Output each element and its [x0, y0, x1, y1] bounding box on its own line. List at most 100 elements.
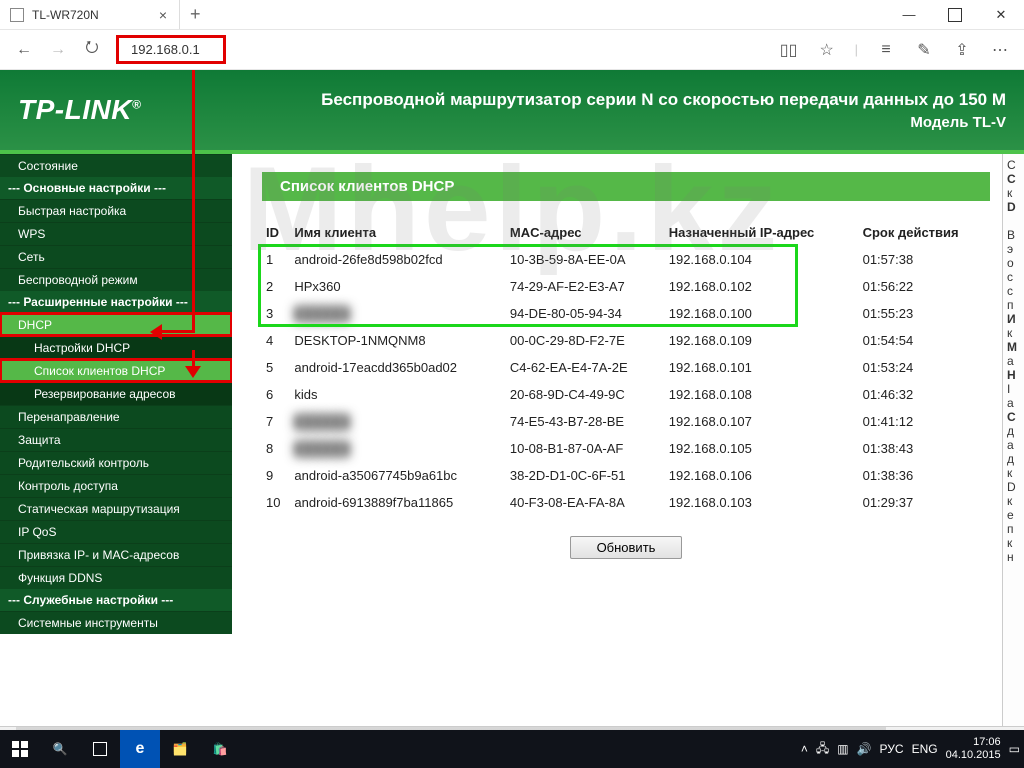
window-controls: — ✕	[886, 0, 1024, 30]
table-row: 3██████94-DE-80-05-94-34192.168.0.10001:…	[262, 300, 990, 327]
table-cell: 8	[262, 435, 290, 462]
new-tab-button[interactable]: +	[180, 4, 211, 25]
table-cell: 192.168.0.109	[665, 327, 859, 354]
table-cell: 01:55:23	[859, 300, 990, 327]
table-cell: 01:53:24	[859, 354, 990, 381]
table-cell: DESKTOP-1NMQNM8	[290, 327, 506, 354]
sidebar-item-ddns[interactable]: Функция DDNS	[0, 566, 232, 589]
main-content: Список клиентов DHCP ID Имя клиента MAC-…	[232, 154, 1002, 726]
table-cell: android-17eacdd365b0ad02	[290, 354, 506, 381]
maximize-button[interactable]	[932, 0, 978, 30]
browser-tab-strip: TL-WR720N × + — ✕	[0, 0, 1024, 30]
table-cell: 192.168.0.106	[665, 462, 859, 489]
sidebar-item-forwarding[interactable]: Перенаправление	[0, 405, 232, 428]
tray-battery-icon[interactable]: ▥	[837, 742, 848, 756]
sidebar-item-quick-setup[interactable]: Быстрая настройка	[0, 199, 232, 222]
start-button[interactable]	[0, 730, 40, 768]
sidebar-item-network[interactable]: Сеть	[0, 245, 232, 268]
sidebar-item-ipmac[interactable]: Привязка IP- и MAC-адресов	[0, 543, 232, 566]
task-view-icon[interactable]	[80, 730, 120, 768]
table-cell: C4-62-EA-E4-7A-2E	[506, 354, 665, 381]
header-model: Модель TL-V	[321, 114, 1006, 131]
table-cell: 5	[262, 354, 290, 381]
hub-icon[interactable]: ≡	[876, 40, 896, 60]
sidebar-item-tools[interactable]: Системные инструменты	[0, 611, 232, 634]
sidebar-sub-dhcp-settings[interactable]: Настройки DHCP	[0, 336, 232, 359]
forward-button[interactable]: →	[48, 40, 68, 60]
taskbar-app-explorer[interactable]: 🗂️	[160, 730, 200, 768]
sidebar-item-security[interactable]: Защита	[0, 428, 232, 451]
table-cell: ██████	[290, 435, 506, 462]
table-cell: 192.168.0.107	[665, 408, 859, 435]
header-title: Беспроводной маршрутизатор серии N со ск…	[321, 90, 1006, 110]
tab-title: TL-WR720N	[32, 8, 99, 22]
sidebar-item-status[interactable]: Состояние	[0, 154, 232, 177]
minimize-button[interactable]: —	[886, 0, 932, 30]
browser-toolbar: ← → ⭮ 192.168.0.1 ▯▯ ☆ | ≡ ✎ ⇪ ⋯	[0, 30, 1024, 70]
address-bar[interactable]: 192.168.0.1	[116, 35, 226, 64]
sidebar-item-access[interactable]: Контроль доступа	[0, 474, 232, 497]
table-cell: 40-F3-08-EA-FA-8A	[506, 489, 665, 516]
taskbar-app-store[interactable]: 🛍️	[200, 730, 240, 768]
tray-chevron-icon[interactable]: ˄	[801, 742, 808, 756]
share-icon[interactable]: ⇪	[952, 40, 972, 60]
sidebar-nav: Состояние --- Основные настройки --- Быс…	[0, 154, 232, 726]
section-title: Список клиентов DHCP	[262, 172, 990, 201]
table-cell: 01:38:36	[859, 462, 990, 489]
table-cell: android-a35067745b9a61bc	[290, 462, 506, 489]
menu-icon[interactable]: ⋯	[990, 40, 1010, 60]
tray-volume-icon[interactable]: 🔊	[857, 742, 872, 756]
close-tab-icon[interactable]: ×	[155, 7, 171, 23]
tray-lang-1[interactable]: РУС	[880, 742, 904, 756]
sidebar-item-ipqos[interactable]: IP QoS	[0, 520, 232, 543]
table-cell: ██████	[290, 300, 506, 327]
help-panel-clipped: СС кD Вэ осс пИ кM аН IаС дад кDк епк н	[1002, 154, 1024, 726]
table-cell: 6	[262, 381, 290, 408]
close-window-button[interactable]: ✕	[978, 0, 1024, 30]
reading-mode-icon[interactable]: ▯▯	[779, 40, 799, 60]
tray-notifications-icon[interactable]: ▭	[1009, 742, 1020, 756]
sidebar-group-basic: --- Основные настройки ---	[0, 177, 232, 199]
sidebar-item-static-route[interactable]: Статическая маршрутизация	[0, 497, 232, 520]
table-cell: 74-29-AF-E2-E3-A7	[506, 273, 665, 300]
table-row: 9android-a35067745b9a61bc38-2D-D1-0C-6F-…	[262, 462, 990, 489]
tp-link-logo: TP-LINK®	[18, 94, 141, 126]
table-cell: ██████	[290, 408, 506, 435]
table-cell: 192.168.0.104	[665, 246, 859, 273]
taskbar-app-edge[interactable]: e	[120, 730, 160, 768]
table-cell: 192.168.0.103	[665, 489, 859, 516]
sidebar-item-wireless[interactable]: Беспроводной режим	[0, 268, 232, 291]
table-cell: 01:54:54	[859, 327, 990, 354]
refresh-browser-button[interactable]: ⭮	[82, 40, 102, 60]
refresh-button[interactable]: Обновить	[570, 536, 683, 559]
table-row: 4DESKTOP-1NMQNM800-0C-29-8D-F2-7E192.168…	[262, 327, 990, 354]
tray-network-icon[interactable]: 🖧	[816, 739, 829, 760]
notes-icon[interactable]: ✎	[914, 40, 934, 60]
table-row: 10android-6913889f7ba1186540-F3-08-EA-FA…	[262, 489, 990, 516]
favorite-icon[interactable]: ☆	[817, 40, 837, 60]
sidebar-sub-dhcp-reserve[interactable]: Резервирование адресов	[0, 382, 232, 405]
browser-tab[interactable]: TL-WR720N ×	[0, 0, 180, 29]
table-cell: 38-2D-D1-0C-6F-51	[506, 462, 665, 489]
back-button[interactable]: ←	[14, 40, 34, 60]
table-cell: 192.168.0.102	[665, 273, 859, 300]
tray-lang-2[interactable]: ENG	[912, 742, 938, 756]
table-row: 5android-17eacdd365b0ad02C4-62-EA-E4-7A-…	[262, 354, 990, 381]
table-cell: 94-DE-80-05-94-34	[506, 300, 665, 327]
search-icon[interactable]: 🔍	[40, 730, 80, 768]
sidebar-group-service: --- Служебные настройки ---	[0, 589, 232, 611]
tab-favicon	[10, 8, 24, 22]
table-cell: 192.168.0.101	[665, 354, 859, 381]
table-cell: 7	[262, 408, 290, 435]
col-id: ID	[262, 219, 290, 246]
sidebar-item-wps[interactable]: WPS	[0, 222, 232, 245]
url-text: 192.168.0.1	[131, 42, 200, 57]
table-cell: 192.168.0.108	[665, 381, 859, 408]
sidebar-item-dhcp[interactable]: DHCP	[0, 313, 232, 336]
sidebar-sub-dhcp-clients[interactable]: Список клиентов DHCP	[0, 359, 232, 382]
sidebar-item-parental[interactable]: Родительский контроль	[0, 451, 232, 474]
table-cell: 00-0C-29-8D-F2-7E	[506, 327, 665, 354]
table-cell: 10	[262, 489, 290, 516]
table-cell: 01:57:38	[859, 246, 990, 273]
tray-clock[interactable]: 17:06 04.10.2015	[946, 736, 1001, 762]
